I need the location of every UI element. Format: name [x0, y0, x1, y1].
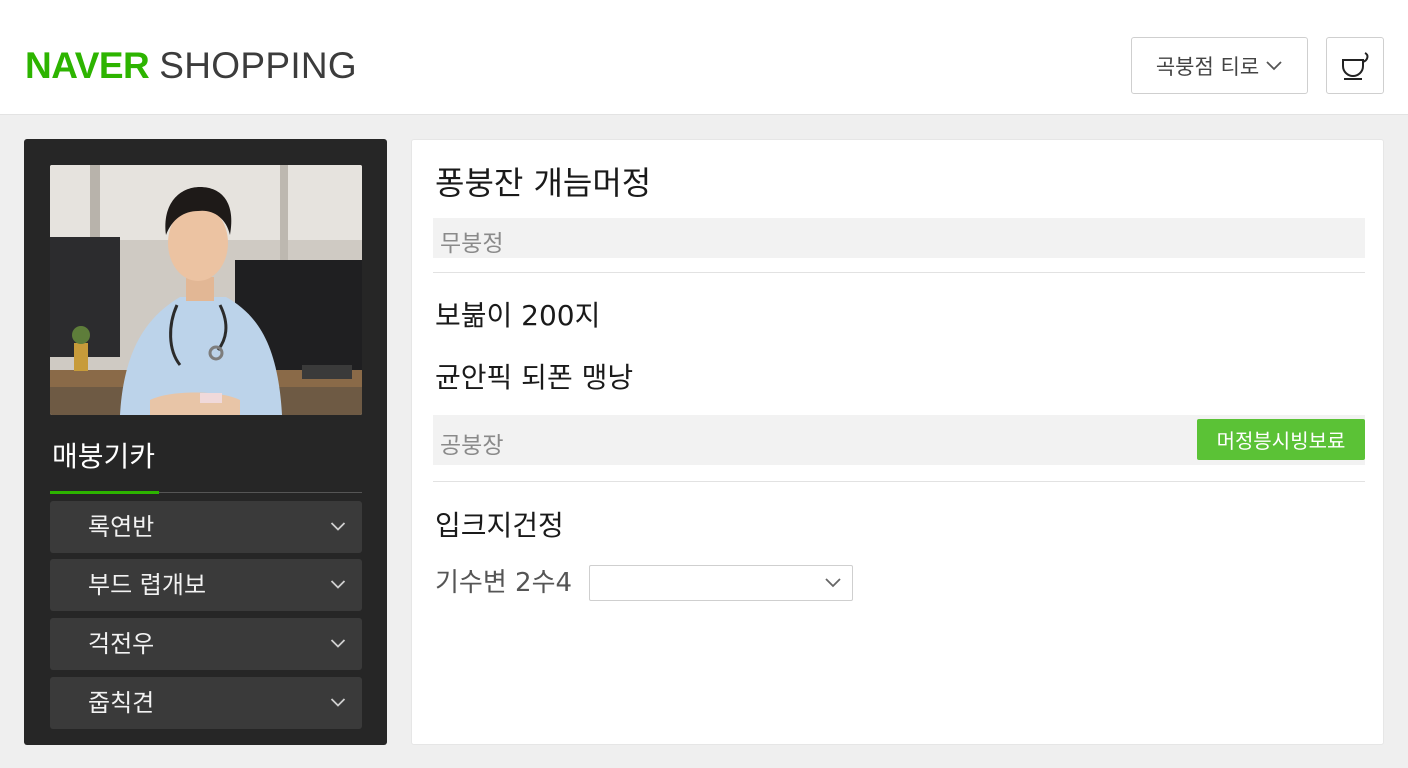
- chevron-down-icon: [825, 578, 841, 588]
- profile-sidebar: 매붕기카 록연반 부드 렵개보 걱전우 줍칙견: [24, 139, 387, 745]
- top-header: NAVER SHOPPING 곡붕점 티로: [0, 0, 1408, 115]
- text-field-1[interactable]: 무붕정: [433, 218, 1365, 258]
- chevron-down-icon: [330, 698, 346, 707]
- logo-service: SHOPPING: [159, 45, 357, 86]
- page-title: 퐁붕잔 개늠머정: [435, 164, 652, 202]
- sidebar-menu-item-1[interactable]: 록연반: [50, 501, 362, 553]
- location-select-value: 곡붕점 티로: [1155, 54, 1260, 79]
- naver-shopping-logo[interactable]: NAVER SHOPPING: [25, 46, 357, 86]
- info-line-1: 보붊이 200지: [435, 299, 601, 332]
- section-title-options: 입크지건정: [435, 509, 564, 542]
- chevron-down-icon: [330, 522, 346, 531]
- sidebar-menu-label: 걱전우: [88, 630, 155, 658]
- sidebar-menu-item-2[interactable]: 부드 렵개보: [50, 559, 362, 611]
- text-field-2-value: 공붕장: [440, 433, 504, 459]
- sidebar-menu-label: 부드 렵개보: [88, 571, 207, 599]
- sidebar-menu-label: 줍칙견: [88, 689, 155, 717]
- text-field-2[interactable]: 공붕장 머정븡시빙보료: [433, 415, 1365, 465]
- option-select[interactable]: [589, 565, 853, 601]
- main-panel: 퐁붕잔 개늠머정 무붕정 보붊이 200지 균안픽 되폰 맹낭 공붕장 머정븡시…: [411, 139, 1384, 745]
- cup-icon: [1342, 51, 1369, 80]
- profile-name: 매붕기카: [52, 440, 156, 473]
- profile-accent-bar: [50, 491, 159, 494]
- chevron-down-icon: [1266, 60, 1282, 70]
- cup-button[interactable]: [1326, 37, 1384, 94]
- info-line-2: 균안픽 되폰 맹낭: [435, 361, 634, 394]
- field-action-button[interactable]: 머정븡시빙보료: [1197, 419, 1365, 460]
- divider: [433, 272, 1365, 273]
- sidebar-menu-item-3[interactable]: 걱전우: [50, 618, 362, 670]
- option-label: 기수변 2수4: [435, 568, 573, 598]
- text-field-1-value: 무붕정: [440, 231, 504, 257]
- sidebar-menu-label: 록연반: [88, 513, 155, 541]
- sidebar-menu-item-4[interactable]: 줍칙견: [50, 677, 362, 729]
- divider: [433, 481, 1365, 482]
- logo-brand: NAVER: [25, 45, 150, 86]
- profile-photo: [50, 165, 362, 415]
- chevron-down-icon: [330, 580, 346, 589]
- location-select[interactable]: 곡붕점 티로: [1131, 37, 1308, 94]
- doctor-photo-image: [50, 165, 362, 415]
- chevron-down-icon: [330, 639, 346, 648]
